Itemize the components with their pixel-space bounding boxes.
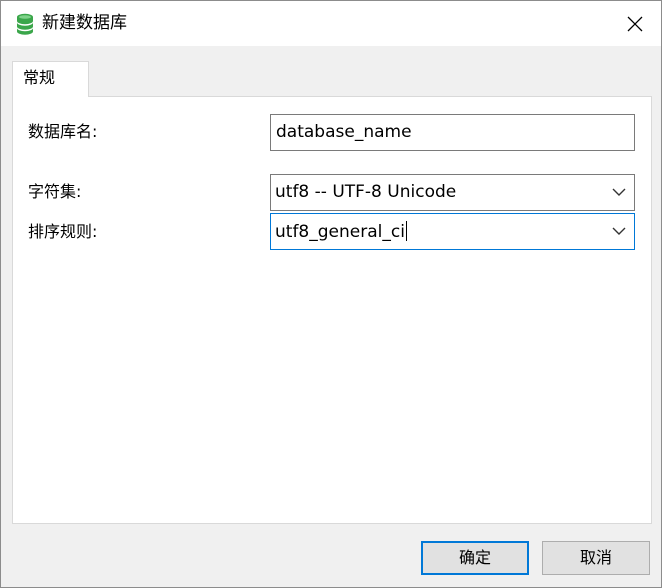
charset-value: utf8 -- UTF-8 Unicode — [275, 182, 457, 202]
charset-label: 字符集: — [28, 182, 82, 201]
database-name-input[interactable]: database_name — [270, 114, 635, 151]
cancel-button[interactable]: 取消 — [542, 541, 650, 575]
chevron-down-icon — [612, 188, 626, 196]
collation-label: 排序规则: — [28, 222, 98, 241]
dialog-title: 新建数据库 — [42, 13, 127, 33]
charset-select[interactable]: utf8 -- UTF-8 Unicode — [270, 174, 635, 211]
collation-value: utf8_general_ci — [275, 221, 407, 242]
text-caret — [405, 221, 407, 241]
tab-general-label: 常规 — [23, 68, 56, 87]
new-database-dialog: 新建数据库 常规 数据库名: database_name 字符集: utf8 -… — [0, 0, 662, 588]
database-icon — [17, 13, 33, 35]
close-icon — [627, 16, 643, 32]
title-bar[interactable]: 新建数据库 — [1, 1, 661, 46]
database-name-label: 数据库名: — [28, 122, 98, 141]
ok-button[interactable]: 确定 — [421, 541, 529, 575]
general-panel — [12, 96, 652, 524]
tab-general[interactable]: 常规 — [12, 61, 89, 97]
collation-select[interactable]: utf8_general_ci — [270, 213, 635, 250]
database-name-value: database_name — [276, 122, 412, 142]
chevron-down-icon — [612, 227, 626, 235]
close-button[interactable] — [615, 7, 655, 41]
